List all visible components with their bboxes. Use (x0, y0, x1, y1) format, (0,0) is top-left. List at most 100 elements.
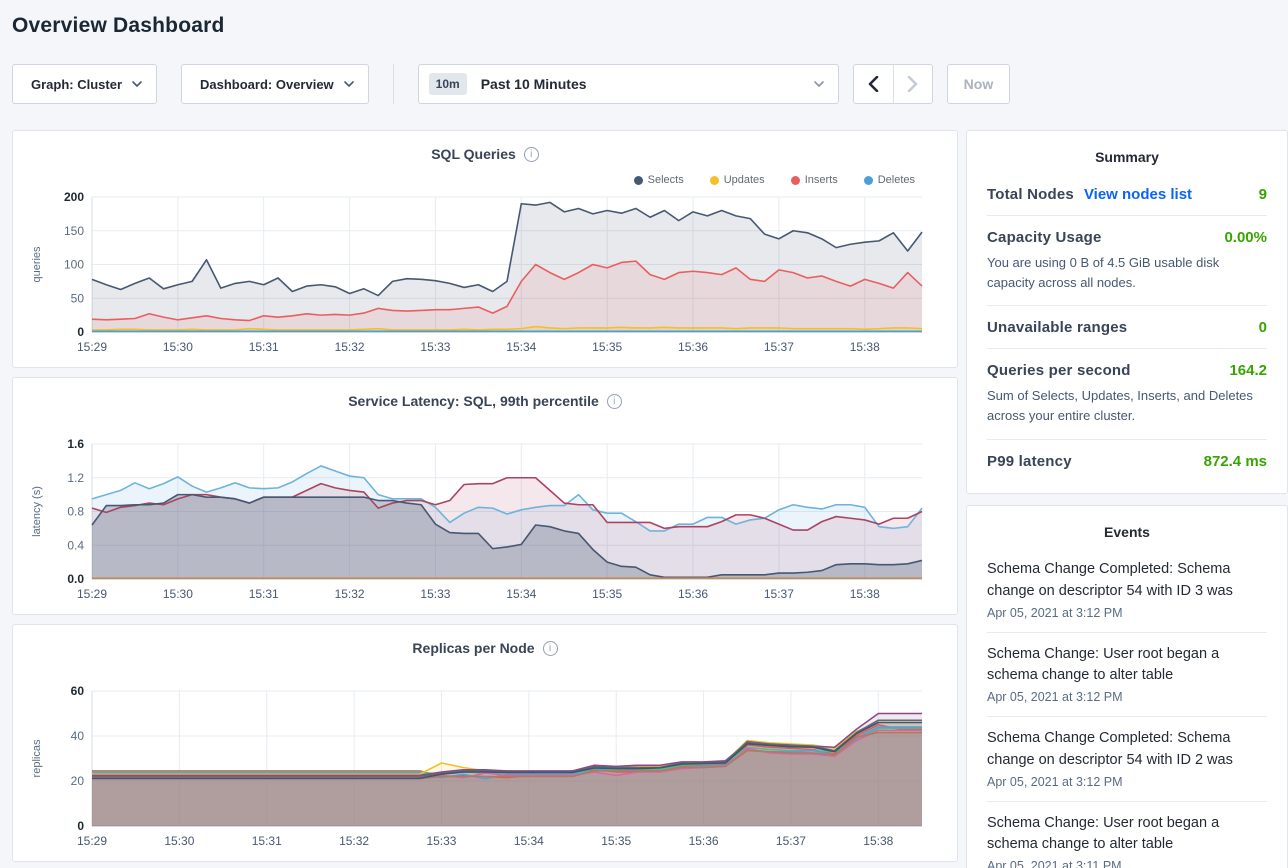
event-timestamp: Apr 05, 2021 at 3:12 PM (987, 690, 1267, 704)
summary-description: Sum of Selects, Updates, Inserts, and De… (987, 386, 1267, 426)
sidebar-column: Summary Total NodesView nodes list9 Capac… (966, 130, 1288, 868)
graph-selector-dropdown[interactable]: Graph: Cluster (12, 64, 157, 104)
svg-text:15:29: 15:29 (77, 834, 107, 848)
replicas-per-node-chart[interactable]: 15:2915:3015:3115:3215:3315:3415:3515:36… (26, 683, 957, 857)
graph-selector-label: Graph: Cluster (31, 77, 122, 92)
event-message: Schema Change: User root began a schema … (987, 644, 1267, 688)
service-latency-chart-card: Service Latency: SQL, 99th percentile i … (12, 377, 958, 615)
svg-text:15:38: 15:38 (863, 834, 893, 848)
controls-row: Graph: Cluster Dashboard: Overview 10m P… (12, 64, 1288, 104)
replicas-per-node-chart-card: Replicas per Node i 15:2915:3015:3115:32… (12, 624, 958, 862)
svg-text:15:37: 15:37 (764, 587, 794, 601)
dashboard-content: SQL Queries i SelectsUpdatesInsertsDelet… (12, 130, 1288, 868)
svg-text:200: 200 (64, 190, 84, 204)
svg-text:0: 0 (77, 325, 84, 339)
svg-text:15:30: 15:30 (164, 834, 194, 848)
now-button[interactable]: Now (947, 64, 1011, 104)
info-icon[interactable]: i (524, 147, 539, 162)
svg-text:50: 50 (71, 291, 85, 305)
svg-text:15:35: 15:35 (601, 834, 631, 848)
svg-text:15:29: 15:29 (77, 587, 107, 601)
legend-item[interactable]: Deletes (864, 173, 915, 187)
summary-row: Capacity Usage0.00%You are using 0 B of … (987, 216, 1267, 306)
svg-text:15:35: 15:35 (592, 340, 622, 354)
next-timeframe-button[interactable] (893, 65, 932, 103)
dashboard-selector-dropdown[interactable]: Dashboard: Overview (181, 64, 369, 104)
sql-queries-chart-card: SQL Queries i SelectsUpdatesInsertsDelet… (12, 130, 958, 368)
svg-text:15:33: 15:33 (426, 834, 456, 848)
chart-legend: Selects Updates Inserts Deletes (13, 173, 915, 187)
event-item[interactable]: Schema Change Completed: Schema change o… (987, 717, 1267, 802)
legend-dot-icon (634, 176, 643, 185)
svg-text:15:34: 15:34 (506, 340, 536, 354)
events-list: Schema Change Completed: Schema change o… (987, 548, 1267, 868)
svg-text:latency (s): latency (s) (31, 486, 43, 537)
summary-row: Total NodesView nodes list9 (987, 173, 1267, 216)
summary-panel: Summary Total NodesView nodes list9 Capac… (966, 130, 1288, 494)
summary-value: 872.4 ms (1204, 453, 1267, 470)
chevron-right-icon (907, 76, 918, 92)
charts-column: SQL Queries i SelectsUpdatesInsertsDelet… (12, 130, 958, 868)
time-range-badge: 10m (429, 73, 467, 95)
svg-text:replicas: replicas (31, 739, 43, 777)
svg-text:15:33: 15:33 (420, 587, 450, 601)
events-panel: Events Schema Change Completed: Schema c… (966, 505, 1288, 868)
view-nodes-list-link[interactable]: View nodes list (1084, 186, 1192, 203)
time-range-label: Past 10 Minutes (481, 76, 814, 92)
info-icon[interactable]: i (607, 394, 622, 409)
event-timestamp: Apr 05, 2021 at 3:12 PM (987, 606, 1267, 620)
event-message: Schema Change Completed: Schema change o… (987, 728, 1267, 772)
svg-text:60: 60 (71, 684, 85, 698)
event-timestamp: Apr 05, 2021 at 3:12 PM (987, 775, 1267, 789)
svg-text:15:30: 15:30 (163, 587, 193, 601)
event-item[interactable]: Schema Change: User root began a schema … (987, 802, 1267, 868)
summary-value: 0.00% (1224, 229, 1267, 246)
svg-text:0: 0 (77, 819, 84, 833)
service-latency-chart[interactable]: 15:2915:3015:3115:3215:3315:3415:3515:36… (26, 436, 957, 610)
summary-rows: Total NodesView nodes list9 Capacity Usag… (987, 173, 1267, 482)
time-step-buttons (853, 64, 933, 104)
summary-title: Summary (987, 149, 1267, 165)
time-range-dropdown[interactable]: 10m Past 10 Minutes (418, 64, 839, 104)
svg-text:15:38: 15:38 (850, 340, 880, 354)
chart-title: Service Latency: SQL, 99th percentile (348, 393, 599, 409)
summary-label: P99 latency (987, 453, 1072, 470)
svg-text:15:32: 15:32 (335, 587, 365, 601)
svg-text:15:33: 15:33 (420, 340, 450, 354)
event-item[interactable]: Schema Change: User root began a schema … (987, 633, 1267, 718)
svg-text:15:37: 15:37 (764, 340, 794, 354)
svg-text:15:36: 15:36 (689, 834, 719, 848)
legend-dot-icon (864, 176, 873, 185)
event-item[interactable]: Schema Change Completed: Schema change o… (987, 548, 1267, 633)
legend-label: Selects (648, 174, 684, 186)
dashboard-selector-label: Dashboard: Overview (200, 77, 334, 92)
svg-text:queries: queries (31, 246, 43, 283)
svg-text:15:34: 15:34 (514, 834, 544, 848)
chevron-down-icon (132, 81, 142, 87)
summary-label: Unavailable ranges (987, 319, 1127, 336)
svg-text:1.6: 1.6 (67, 437, 84, 451)
previous-timeframe-button[interactable] (854, 65, 893, 103)
summary-label: Capacity Usage (987, 229, 1102, 246)
summary-row: Queries per second164.2Sum of Selects, U… (987, 349, 1267, 439)
sql-queries-chart[interactable]: 15:2915:3015:3115:3215:3315:3415:3515:36… (26, 189, 957, 363)
summary-label: Queries per second (987, 362, 1131, 379)
legend-dot-icon (710, 176, 719, 185)
svg-text:0.0: 0.0 (67, 572, 84, 586)
legend-item[interactable]: Inserts (791, 173, 838, 187)
svg-text:15:30: 15:30 (163, 340, 193, 354)
legend-item[interactable]: Updates (710, 173, 765, 187)
svg-text:15:36: 15:36 (678, 340, 708, 354)
info-icon[interactable]: i (543, 641, 558, 656)
svg-text:15:32: 15:32 (339, 834, 369, 848)
legend-dot-icon (791, 176, 800, 185)
legend-item[interactable]: Selects (634, 173, 684, 187)
svg-text:0.8: 0.8 (67, 505, 84, 519)
event-timestamp: Apr 05, 2021 at 3:11 PM (987, 859, 1267, 868)
chevron-down-icon (344, 81, 354, 87)
svg-text:150: 150 (64, 224, 84, 238)
events-title: Events (987, 524, 1267, 540)
legend-label: Updates (724, 174, 765, 186)
summary-row: Unavailable ranges0 (987, 306, 1267, 349)
chevron-left-icon (868, 76, 879, 92)
